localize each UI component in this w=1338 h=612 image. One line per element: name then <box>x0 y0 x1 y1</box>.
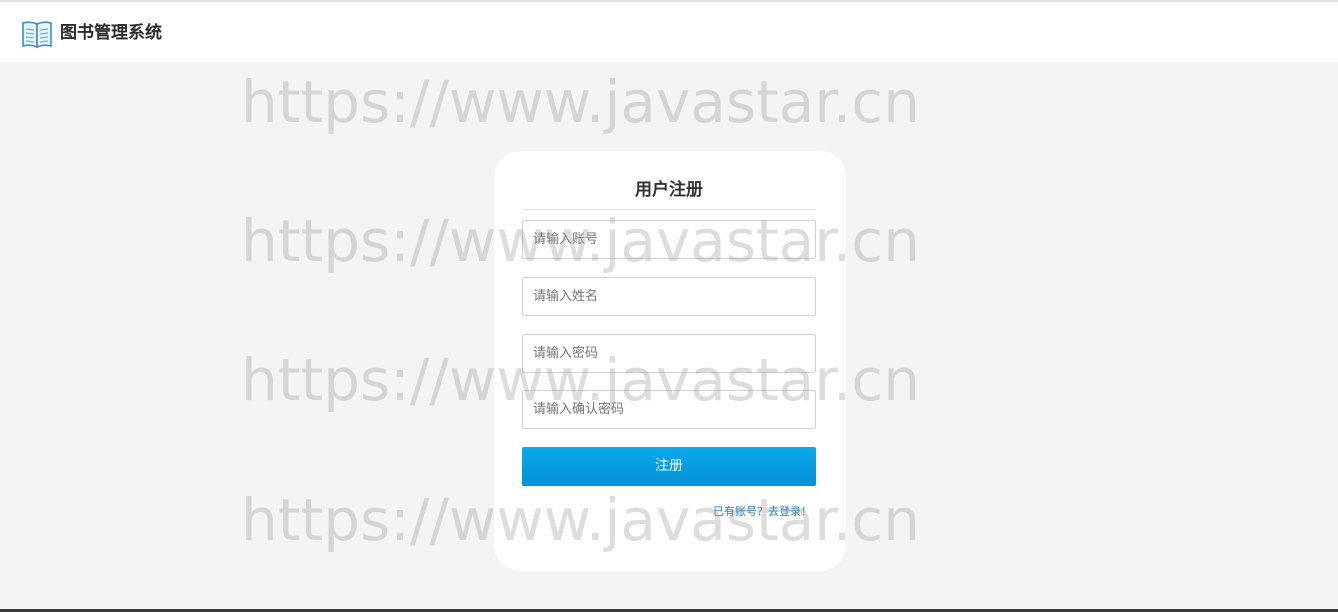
name-input[interactable] <box>522 277 816 316</box>
open-book-icon <box>21 18 53 50</box>
app-header: 图书管理系统 <box>0 2 1338 62</box>
register-button[interactable]: 注册 <box>522 447 816 486</box>
password-input[interactable] <box>522 334 816 373</box>
title-divider <box>522 209 816 210</box>
register-card: 用户注册 注册 已有账号？去登录！ <box>494 151 846 571</box>
confirm-password-input[interactable] <box>522 390 816 429</box>
brand-title: 图书管理系统 <box>60 23 162 43</box>
account-input[interactable] <box>522 220 816 259</box>
register-title: 用户注册 <box>635 180 703 200</box>
go-login-link[interactable]: 已有账号？去登录！ <box>713 504 812 520</box>
